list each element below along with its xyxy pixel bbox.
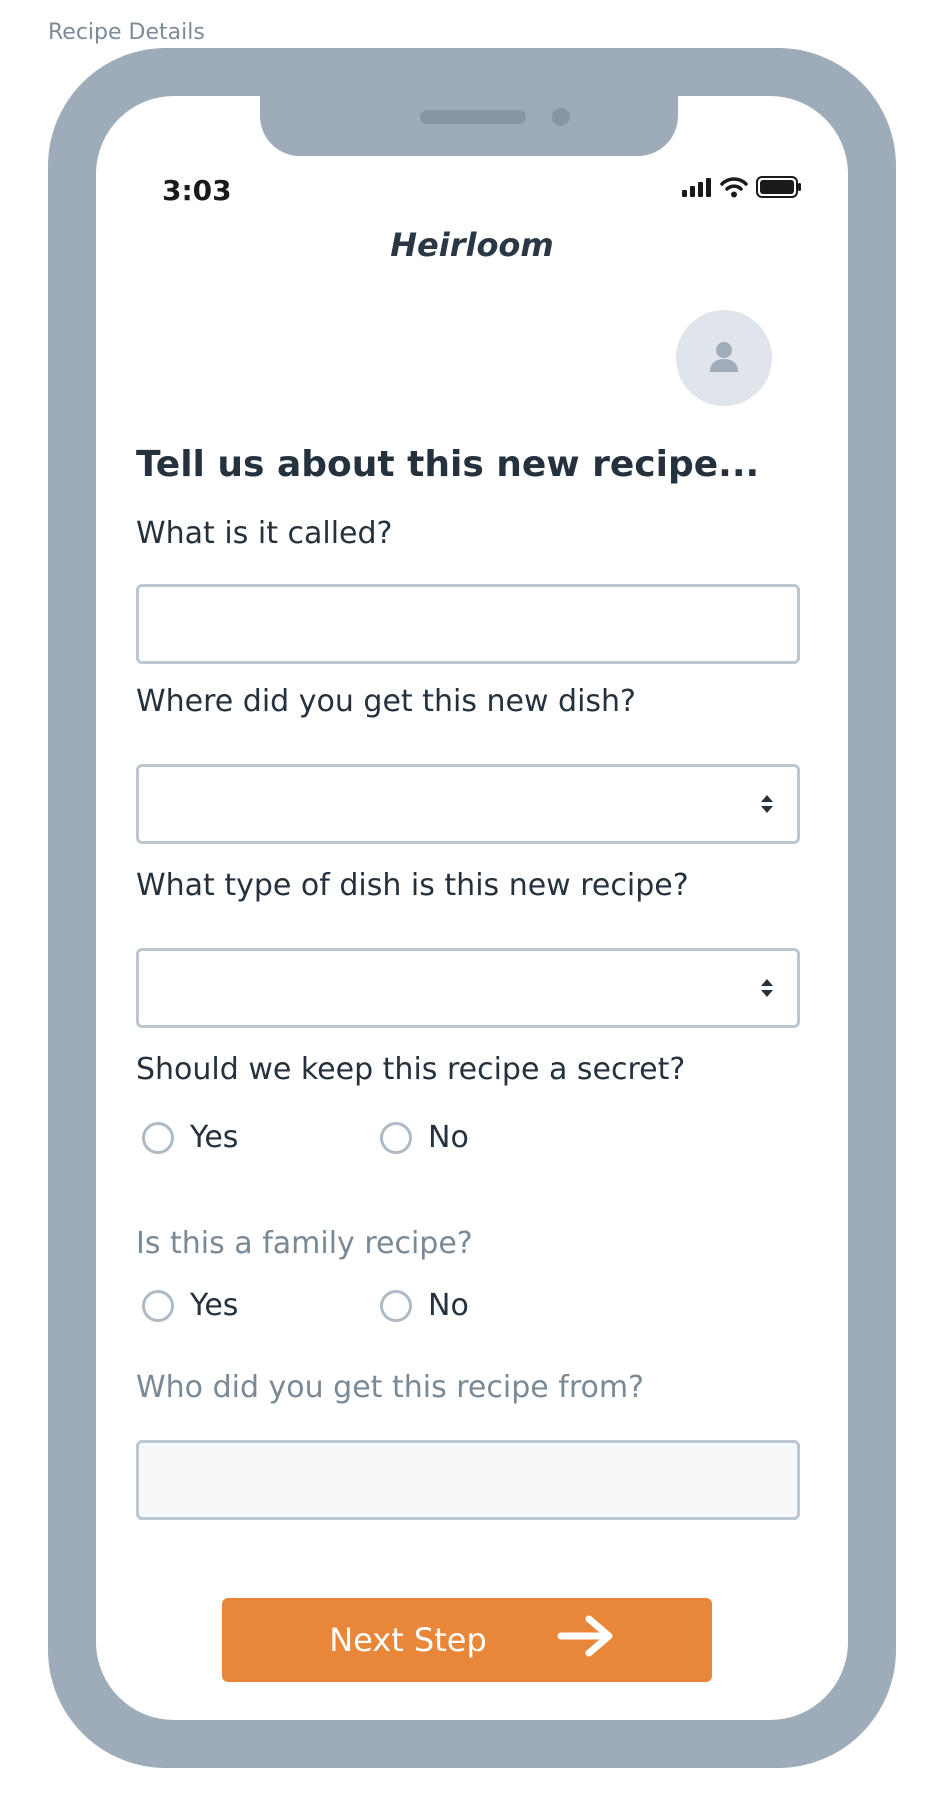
next-step-label: Next Step: [329, 1621, 487, 1659]
dish-type-select[interactable]: [136, 948, 800, 1028]
speaker-grille: [420, 110, 526, 124]
dish-type-label: What type of dish is this new recipe?: [136, 868, 689, 903]
recipe-from-input[interactable]: [136, 1440, 800, 1520]
recipe-name-input[interactable]: [136, 584, 800, 664]
family-radio-group: Yes No: [142, 1288, 469, 1323]
form-heading: Tell us about this new recipe...: [136, 444, 760, 485]
status-icons: [682, 176, 802, 202]
page-label: Recipe Details: [48, 20, 205, 45]
secret-no-label: No: [428, 1120, 469, 1155]
secret-radio-no[interactable]: No: [380, 1120, 469, 1155]
phone-notch: [260, 96, 678, 156]
battery-icon: [756, 176, 802, 202]
family-yes-label: Yes: [190, 1288, 239, 1323]
family-no-label: No: [428, 1288, 469, 1323]
family-label: Is this a family recipe?: [136, 1226, 473, 1261]
select-arrows-icon: [761, 795, 773, 813]
radio-circle: [380, 1121, 412, 1154]
secret-label: Should we keep this recipe a secret?: [136, 1052, 686, 1087]
select-arrows-icon: [761, 979, 773, 997]
family-radio-no[interactable]: No: [380, 1288, 469, 1323]
secret-radio-yes[interactable]: Yes: [142, 1120, 380, 1155]
recipe-from-label: Who did you get this recipe from?: [136, 1370, 644, 1405]
wifi-icon: [720, 176, 748, 202]
front-camera: [552, 108, 570, 126]
status-time: 3:03: [162, 174, 232, 207]
phone-frame: 3:03 Heirloom Tell us about this new rec…: [48, 48, 896, 1768]
radio-circle: [142, 1289, 174, 1322]
recipe-name-label: What is it called?: [136, 516, 393, 551]
arrow-right-icon: [557, 1615, 615, 1665]
signal-icon: [682, 177, 712, 201]
source-label: Where did you get this new dish?: [136, 684, 636, 719]
user-icon: [707, 339, 741, 377]
phone-screen: 3:03 Heirloom Tell us about this new rec…: [96, 96, 848, 1720]
family-radio-yes[interactable]: Yes: [142, 1288, 380, 1323]
avatar[interactable]: [676, 310, 772, 406]
next-step-button[interactable]: Next Step: [222, 1598, 712, 1682]
app-title: Heirloom: [390, 226, 554, 264]
source-select[interactable]: [136, 764, 800, 844]
radio-circle: [380, 1289, 412, 1322]
secret-radio-group: Yes No: [142, 1120, 469, 1155]
secret-yes-label: Yes: [190, 1120, 239, 1155]
radio-circle: [142, 1121, 174, 1154]
